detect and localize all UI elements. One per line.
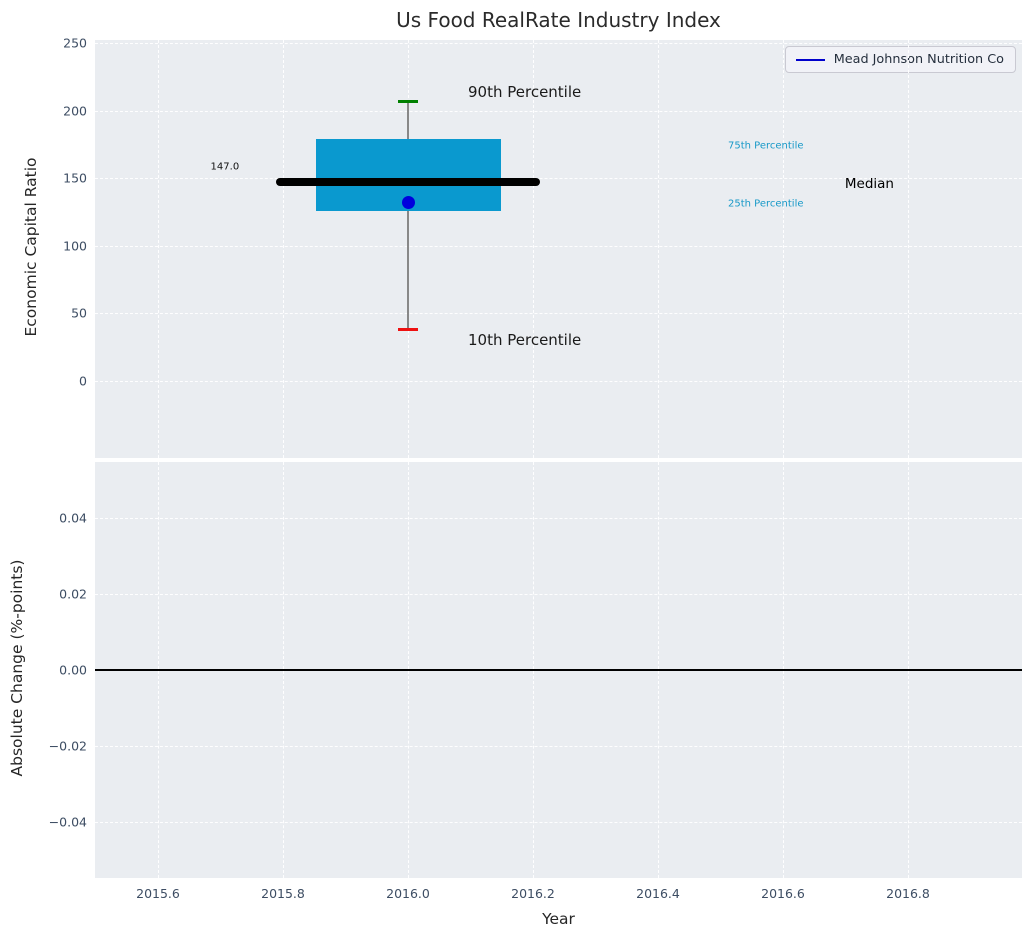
- annotation-75th-percentile: 75th Percentile: [728, 140, 804, 151]
- y-tick-label: 0.04: [17, 510, 87, 525]
- y-tick-label: 0: [17, 373, 87, 388]
- gridline-vertical: [658, 40, 659, 458]
- x-tick-label: 2016.8: [886, 886, 930, 901]
- company-point: [402, 196, 415, 209]
- gridline-horizontal: [95, 518, 1022, 519]
- gridline-vertical: [158, 40, 159, 458]
- x-tick-label: 2016.0: [386, 886, 430, 901]
- legend-label: Mead Johnson Nutrition Co: [834, 52, 1004, 67]
- x-axis-label: Year: [95, 910, 1022, 928]
- y-tick-label: 150: [17, 171, 87, 186]
- annotation-10th-percentile: 10th Percentile: [468, 331, 581, 349]
- x-tick-label: 2016.4: [636, 886, 680, 901]
- chart-title: Us Food RealRate Industry Index: [95, 8, 1022, 32]
- x-tick-label: 2015.6: [136, 886, 180, 901]
- y-tick-label: −0.02: [17, 739, 87, 754]
- y-tick-label: 100: [17, 238, 87, 253]
- axes-economic-capital-ratio: [95, 40, 1022, 458]
- legend-line-sample: [796, 59, 825, 61]
- gridline-horizontal: [95, 381, 1022, 382]
- y-tick-label: −0.04: [17, 815, 87, 830]
- x-tick-label: 2015.8: [261, 886, 305, 901]
- zero-line: [95, 669, 1022, 671]
- gridline-horizontal: [95, 111, 1022, 112]
- gridline-horizontal: [95, 313, 1022, 314]
- x-tick-label: 2016.2: [511, 886, 555, 901]
- y-tick-label: 0.00: [17, 663, 87, 678]
- gridline-horizontal: [95, 594, 1022, 595]
- legend: Mead Johnson Nutrition Co: [785, 46, 1016, 73]
- annotation-147-0: 147.0: [211, 162, 240, 173]
- gridline-horizontal: [95, 746, 1022, 747]
- x-tick-label: 2016.6: [761, 886, 805, 901]
- y-tick-label: 0.02: [17, 586, 87, 601]
- gridline-vertical: [783, 40, 784, 458]
- median-line: [276, 178, 540, 186]
- annotation-90th-percentile: 90th Percentile: [468, 83, 581, 101]
- gridline-horizontal: [95, 43, 1022, 44]
- gridline-vertical: [283, 40, 284, 458]
- y-tick-label: 50: [17, 306, 87, 321]
- gridline-vertical: [533, 40, 534, 458]
- p90-cap: [398, 100, 418, 103]
- gridline-vertical: [908, 40, 909, 458]
- annotation-25th-percentile: 25th Percentile: [728, 198, 804, 209]
- annotation-median: Median: [845, 176, 894, 192]
- gridline-horizontal: [95, 822, 1022, 823]
- gridline-horizontal: [95, 246, 1022, 247]
- figure: Us Food RealRate Industry Index Economic…: [0, 0, 1034, 942]
- y-tick-label: 250: [17, 35, 87, 50]
- p10-cap: [398, 328, 418, 331]
- whisker-line: [407, 101, 408, 329]
- y-tick-label: 200: [17, 103, 87, 118]
